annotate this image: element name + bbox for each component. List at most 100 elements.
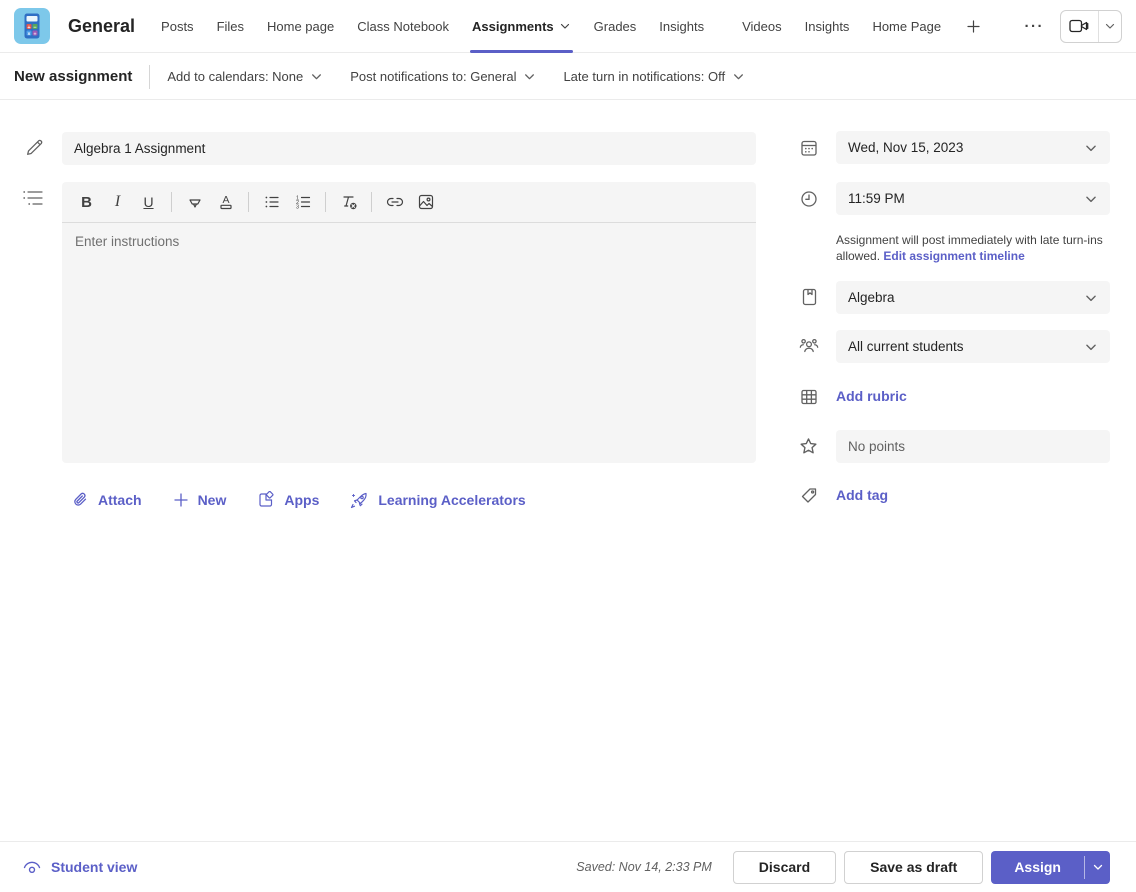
due-time-dropdown[interactable]: 11:59 PM — [836, 182, 1110, 215]
chevron-down-icon — [1084, 291, 1098, 305]
add-rubric-link[interactable]: Add rubric — [836, 388, 907, 404]
assign-button[interactable]: Assign — [991, 851, 1084, 884]
meet-split-button — [1060, 10, 1122, 43]
student-view-button[interactable]: Student view — [22, 859, 137, 876]
numbered-list-button[interactable]: 1 2 3 — [287, 188, 318, 217]
chevron-down-icon — [1084, 340, 1098, 354]
svg-text:+: + — [27, 25, 30, 31]
tab-insights[interactable]: Insights — [659, 0, 704, 53]
tab-home-page[interactable]: Home page — [267, 0, 334, 53]
assignment-title-input[interactable] — [62, 132, 756, 165]
tab-assignments[interactable]: Assignments — [472, 0, 571, 53]
learning-accelerators-button[interactable]: Learning Accelerators — [350, 491, 525, 509]
meet-button[interactable] — [1061, 11, 1098, 42]
assignment-subheader: New assignment Add to calendars: None Po… — [0, 54, 1136, 100]
divider — [171, 192, 172, 212]
add-to-calendars-dropdown[interactable]: Add to calendars: None — [167, 69, 323, 84]
svg-text:3: 3 — [296, 205, 299, 211]
divider — [149, 65, 150, 89]
chevron-down-icon — [310, 70, 323, 83]
apps-button[interactable]: Apps — [257, 491, 319, 509]
assign-to-dropdown[interactable]: All current students — [836, 330, 1110, 363]
font-color-icon: A — [217, 193, 235, 211]
tab-label: Posts — [161, 19, 194, 34]
due-date-dropdown[interactable]: Wed, Nov 15, 2023 — [836, 131, 1110, 164]
tab-home-page-2[interactable]: Home Page — [872, 0, 941, 53]
highlight-button[interactable] — [179, 188, 210, 217]
more-options-button[interactable]: ··· — [1025, 18, 1045, 35]
tab-class-notebook[interactable]: Class Notebook — [357, 0, 449, 53]
class-dropdown[interactable]: Algebra — [836, 281, 1110, 314]
insert-link-button[interactable] — [379, 188, 410, 217]
clear-formatting-button[interactable] — [333, 188, 364, 217]
font-color-button[interactable]: A — [210, 188, 241, 217]
chevron-down-icon — [523, 70, 536, 83]
star-icon — [798, 436, 819, 457]
divider — [248, 192, 249, 212]
divider — [371, 192, 372, 212]
channel-avatar-calculator-icon[interactable]: + − × ÷ — [14, 8, 50, 44]
tab-label: Videos — [742, 19, 782, 34]
svg-text:×: × — [28, 31, 31, 37]
footer-bar: Student view Saved: Nov 14, 2:33 PM Disc… — [0, 841, 1136, 892]
plus-icon — [173, 492, 189, 508]
post-notifications-dropdown[interactable]: Post notifications to: General — [350, 69, 536, 84]
saved-status: Saved: Nov 14, 2:33 PM — [576, 860, 712, 874]
instructions-list-icon — [22, 189, 44, 208]
new-button[interactable]: New — [173, 492, 227, 508]
numbered-list-icon: 1 2 3 — [294, 193, 312, 211]
divider — [325, 192, 326, 212]
tab-label: Home Page — [872, 19, 941, 34]
rubric-grid-icon — [799, 387, 819, 407]
clock-icon — [799, 189, 819, 209]
instructions-textarea[interactable] — [62, 223, 756, 461]
assign-to-value: All current students — [848, 339, 964, 354]
tab-videos[interactable]: Videos — [742, 0, 782, 53]
add-tab-button[interactable] — [966, 19, 981, 34]
tab-label: Home page — [267, 19, 334, 34]
rocket-icon — [350, 491, 369, 509]
timeline-note: Assignment will post immediately with la… — [836, 232, 1114, 264]
edit-assignment-timeline-link[interactable]: Edit assignment timeline — [883, 249, 1024, 263]
learning-accelerators-label: Learning Accelerators — [378, 492, 525, 508]
tab-files[interactable]: Files — [217, 0, 244, 53]
add-tag-link[interactable]: Add tag — [836, 487, 888, 503]
bold-button[interactable]: B — [71, 188, 102, 217]
teams-assignment-page: + − × ÷ General Posts Files Home page Cl… — [0, 0, 1136, 892]
bullet-list-button[interactable] — [256, 188, 287, 217]
video-camera-icon — [1069, 18, 1090, 34]
tab-grades[interactable]: Grades — [594, 0, 637, 53]
tab-label: Files — [217, 19, 244, 34]
tab-label: Insights — [659, 19, 704, 34]
due-date-value: Wed, Nov 15, 2023 — [848, 140, 963, 155]
save-as-draft-button[interactable]: Save as draft — [844, 851, 983, 884]
meet-options-button[interactable] — [1099, 11, 1121, 42]
assign-options-button[interactable] — [1085, 851, 1110, 884]
class-value: Algebra — [848, 290, 895, 305]
notebook-icon — [800, 287, 819, 307]
page-title: New assignment — [14, 68, 132, 85]
discard-button[interactable]: Discard — [733, 851, 836, 884]
attach-label: Attach — [98, 492, 142, 508]
new-label: New — [198, 492, 227, 508]
clear-formatting-icon — [339, 193, 359, 211]
late-turn-in-notifications-dropdown[interactable]: Late turn in notifications: Off — [563, 69, 745, 84]
dropdown-label: Late turn in notifications: Off — [563, 69, 725, 84]
points-value: No points — [848, 439, 905, 454]
insert-image-button[interactable] — [410, 188, 441, 217]
tab-insights-2[interactable]: Insights — [805, 0, 850, 53]
tab-posts[interactable]: Posts — [161, 0, 194, 53]
eye-icon — [22, 859, 42, 876]
channel-tab-bar: + − × ÷ General Posts Files Home page Cl… — [0, 0, 1136, 53]
chevron-down-icon — [732, 70, 745, 83]
student-view-label: Student view — [51, 859, 137, 875]
paperclip-icon — [72, 491, 89, 509]
points-field[interactable]: No points — [836, 430, 1110, 463]
dropdown-label: Add to calendars: None — [167, 69, 303, 84]
attachment-actions: Attach New Apps — [72, 486, 526, 514]
tab-label: Grades — [594, 19, 637, 34]
underline-button[interactable]: U — [133, 188, 164, 217]
attach-button[interactable]: Attach — [72, 491, 142, 509]
chevron-down-icon — [559, 20, 571, 32]
italic-button[interactable]: I — [102, 188, 133, 217]
